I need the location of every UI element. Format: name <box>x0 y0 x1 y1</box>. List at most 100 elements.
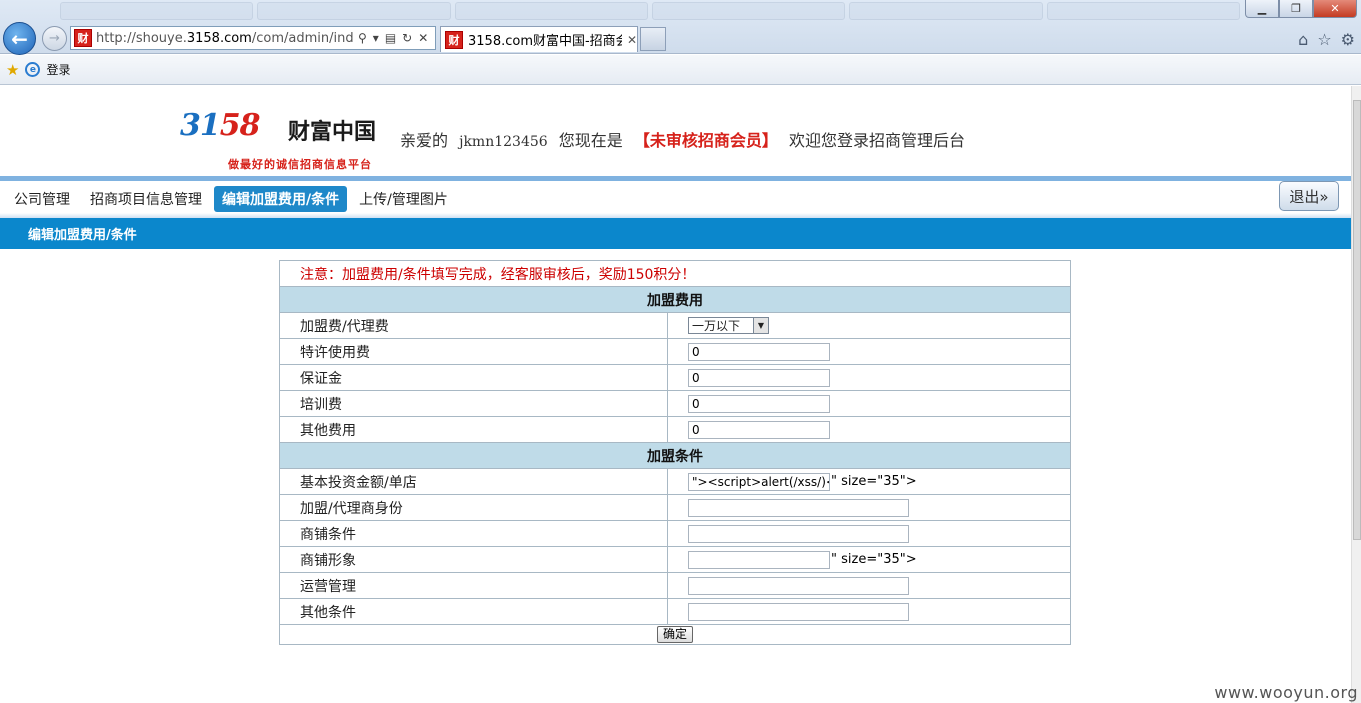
url-suffix: /com/admin/index.s <box>251 30 354 46</box>
url-prefix: http://shouye. <box>96 30 187 46</box>
greeting-prefix: 亲爱的 <box>400 131 449 150</box>
field-value: 0 <box>667 416 1071 443</box>
field-value <box>667 572 1071 599</box>
logo-number: 3158 <box>180 108 260 143</box>
fee-select[interactable]: 一万以下 ▼ <box>688 317 769 334</box>
condition-input[interactable] <box>688 550 830 569</box>
condition-input[interactable] <box>688 576 909 595</box>
background-tab[interactable] <box>60 2 254 20</box>
leaked-markup-text: " size="35"> <box>831 474 917 489</box>
field-label: 保证金 <box>279 364 668 391</box>
notice-text: 注意：加盟费用/条件填写完成，经客服审核后，奖励150积分！ <box>279 260 1071 287</box>
logo-slogan: 做最好的诚信招商信息平台 <box>228 158 372 171</box>
menu-fees-conditions[interactable]: 编辑加盟费用/条件 <box>214 186 348 212</box>
background-tab[interactable] <box>849 2 1043 20</box>
condition-input[interactable]: "><script>alert(/xss/)</sc <box>688 472 830 491</box>
select-value: 一万以下 <box>692 319 741 333</box>
fee-input[interactable]: 0 <box>688 342 830 361</box>
table-row: 加盟/代理商身份 <box>279 494 1071 521</box>
table-row: 商铺形象 " size="35"> <box>279 546 1071 573</box>
url-domain: 3158.com <box>186 30 252 46</box>
table-row: 运营管理 <box>279 572 1071 599</box>
field-value <box>667 598 1071 625</box>
tab-current[interactable]: 财 3158.com财富中国-招商会... ✕ <box>440 26 638 52</box>
field-value: "><script>alert(/xss/)</sc" size="35"> <box>667 468 1071 495</box>
notice-row: 注意：加盟费用/条件填写完成，经客服审核后，奖励150积分！ <box>279 260 1071 287</box>
address-bar[interactable]: 财 http://shouye.3158.com/com/admin/index… <box>70 26 436 50</box>
ie-page-icon: e <box>25 62 41 77</box>
fee-input[interactable]: 0 <box>688 420 830 439</box>
field-label: 商铺条件 <box>279 520 668 547</box>
background-tab[interactable] <box>1046 2 1240 20</box>
dropdown-icon[interactable]: ▾ <box>373 31 379 45</box>
background-tab[interactable] <box>257 2 451 20</box>
search-icon[interactable]: ⚲ <box>358 31 367 45</box>
tab-close-icon[interactable]: ✕ <box>627 33 637 47</box>
table-row: 加盟费/代理费 一万以下 ▼ <box>279 312 1071 339</box>
field-label: 运营管理 <box>279 572 668 599</box>
field-value: 0 <box>667 364 1071 391</box>
condition-input[interactable] <box>688 602 909 621</box>
submit-row: 确定 <box>279 624 1071 645</box>
site-logo[interactable]: 3158 财富中国 做最好的诚信招商信息平台 <box>180 108 380 172</box>
home-icon[interactable]: ⌂ <box>1298 30 1308 49</box>
field-label: 其他费用 <box>279 416 668 443</box>
condition-input[interactable] <box>688 498 909 517</box>
close-icon[interactable]: ✕ <box>1313 0 1357 18</box>
refresh-icon[interactable]: ↻ <box>402 31 412 45</box>
fees-form: 注意：加盟费用/条件填写完成，经客服审核后，奖励150积分！ 加盟费用 加盟费/… <box>279 260 1071 645</box>
logo-name: 财富中国 <box>288 120 377 145</box>
fees-title: 加盟费用 <box>279 286 1071 313</box>
favorites-add-icon[interactable]: ★ <box>6 61 19 79</box>
condition-input[interactable] <box>688 524 909 543</box>
fee-input[interactable]: 0 <box>688 394 830 413</box>
favorites-star-icon[interactable]: ☆ <box>1317 30 1331 49</box>
table-row: 特许使用费 0 <box>279 338 1071 365</box>
field-label: 加盟费/代理费 <box>279 312 668 339</box>
member-role: 【未审核招商会员】 <box>633 131 778 150</box>
browser-tools: ⌂ ☆ ⚙ <box>1298 30 1355 49</box>
stop-icon[interactable]: ✕ <box>418 31 428 45</box>
scrollbar-thumb[interactable] <box>1353 100 1361 540</box>
new-tab-button[interactable] <box>640 27 666 51</box>
vertical-scrollbar[interactable] <box>1351 86 1361 703</box>
section-header: 加盟条件 <box>279 442 1071 469</box>
gear-icon[interactable]: ⚙ <box>1341 30 1355 49</box>
logo-digits-a: 31 <box>180 108 221 143</box>
table-row: 其他条件 <box>279 598 1071 625</box>
field-value: 0 <box>667 390 1071 417</box>
menu-projects[interactable]: 招商项目信息管理 <box>82 186 210 212</box>
compat-view-icon[interactable]: ▤ <box>385 31 396 45</box>
maximize-icon[interactable]: ❐ <box>1279 0 1313 18</box>
field-label: 其他条件 <box>279 598 668 625</box>
forward-button[interactable]: → <box>42 26 67 51</box>
tab-favicon: 财 <box>445 30 463 49</box>
minimize-icon[interactable]: ▁ <box>1245 0 1279 18</box>
field-value <box>667 520 1071 547</box>
fee-input[interactable]: 0 <box>688 368 830 387</box>
field-label: 商铺形象 <box>279 546 668 573</box>
section-title: 编辑加盟费用/条件 <box>0 218 1351 249</box>
favorite-link-login[interactable]: 登录 <box>46 61 70 78</box>
field-label: 培训费 <box>279 390 668 417</box>
background-tab[interactable] <box>454 2 648 20</box>
url-text[interactable]: http://shouye.3158.com/com/admin/index.s <box>96 31 354 46</box>
tab-title: 3158.com财富中国-招商会... <box>468 34 622 49</box>
submit-cell: 确定 <box>279 624 1071 645</box>
field-value: 一万以下 ▼ <box>667 312 1071 339</box>
background-tab[interactable] <box>651 2 846 20</box>
greeting-suffix: 欢迎您登录招商管理后台 <box>788 131 965 150</box>
section-header: 加盟费用 <box>279 286 1071 313</box>
confirm-button[interactable]: 确定 <box>656 626 693 643</box>
menu-images[interactable]: 上传/管理图片 <box>351 186 456 212</box>
logout-button[interactable]: 退出» <box>1279 181 1339 211</box>
chevron-down-icon[interactable]: ▼ <box>753 318 768 333</box>
browser-chrome: ▁ ❐ ✕ ← → 财 http://shouye.3158.com/com/a… <box>0 0 1361 55</box>
logo-digits-b: 58 <box>219 108 261 143</box>
table-row: 基本投资金额/单店"><script>alert(/xss/)</sc" siz… <box>279 468 1071 495</box>
field-label: 加盟/代理商身份 <box>279 494 668 521</box>
address-actions: ⚲ ▾ ▤ ↻ ✕ <box>358 31 428 45</box>
field-value: " size="35"> <box>667 546 1071 573</box>
back-button[interactable]: ← <box>3 22 36 55</box>
menu-company[interactable]: 公司管理 <box>6 186 78 212</box>
